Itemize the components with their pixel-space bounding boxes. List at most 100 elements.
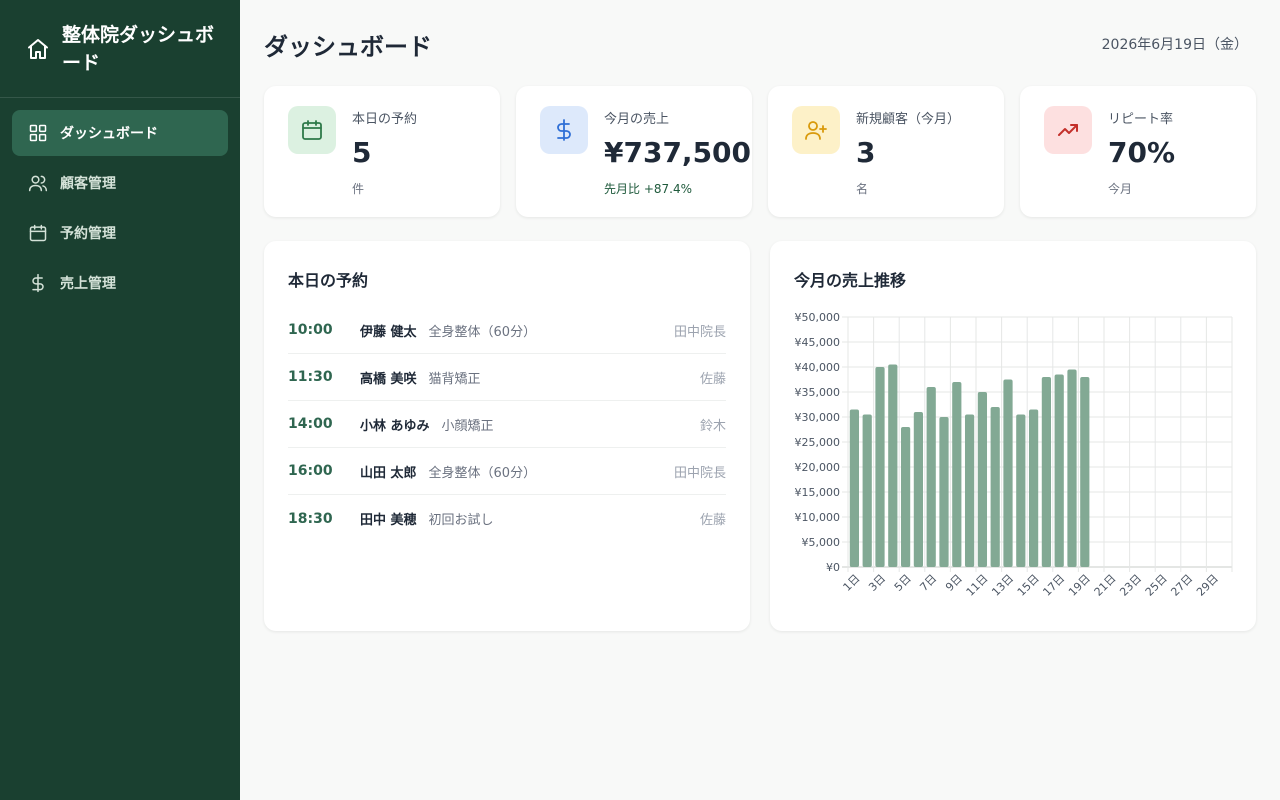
stat-label: 新規顧客（今月） bbox=[856, 112, 961, 127]
sidebar-nav: ダッシュボード 顧客管理 予約管理 売上管理 bbox=[0, 98, 240, 322]
x-tick-label: 5日 bbox=[892, 572, 914, 594]
appointment-menu: 全身整体（60分） bbox=[428, 324, 537, 340]
staff-name: 鈴木 bbox=[699, 418, 726, 434]
bar bbox=[977, 392, 988, 567]
bar bbox=[913, 412, 924, 567]
customer-name: 伊藤 健太 bbox=[360, 324, 417, 340]
bar bbox=[1067, 369, 1077, 567]
stat-card-monthly-sales: 今月の売上 ¥737,500 先月比 +87.4% bbox=[516, 86, 752, 217]
trending-up-icon bbox=[1058, 124, 1078, 136]
sales-bar-chart: ¥0 ¥5,000 ¥10,000 ¥15,000 ¥20,000 ¥25,000 ¥30,… bbox=[795, 311, 1233, 599]
x-tick-label: 29日 bbox=[1194, 572, 1221, 599]
customer-name: 田中 美穂 bbox=[360, 513, 417, 528]
sidebar: 整体院ダッシュボード ダッシュボード 顧客管理 予約管理 売上管理 bbox=[0, 0, 240, 800]
stat-label: リピート率 bbox=[1108, 112, 1174, 127]
bar bbox=[849, 409, 860, 567]
bar bbox=[939, 417, 949, 567]
appointment-time: 10:00 bbox=[288, 322, 333, 338]
bar bbox=[900, 427, 911, 567]
appointment-row[interactable]: 16:00 山田 太郎 全身整体（60分） 田中院長 bbox=[288, 448, 726, 495]
page-date: 2026年6月19日（金） bbox=[1101, 37, 1248, 53]
stat-icon-box bbox=[540, 106, 588, 154]
bar bbox=[952, 382, 962, 567]
appointment-row[interactable]: 18:30 田中 美穂 初回お試し 佐藤 bbox=[288, 495, 726, 542]
y-tick-label: ¥35,000 bbox=[795, 386, 841, 399]
stat-value: 5 bbox=[352, 136, 372, 169]
brand: 整体院ダッシュボード bbox=[0, 0, 240, 98]
bar bbox=[964, 414, 975, 567]
y-tick-label: ¥15,000 bbox=[795, 486, 841, 499]
sidebar-item-label: ダッシュボード bbox=[60, 126, 158, 142]
x-tick-label: 17日 bbox=[1040, 572, 1067, 599]
x-tick-label: 3日 bbox=[866, 572, 888, 594]
appointment-menu: 猫背矯正 bbox=[428, 371, 481, 387]
stat-label: 本日の予約 bbox=[352, 112, 418, 127]
appointment-time: 18:30 bbox=[288, 510, 333, 527]
x-tick-label: 1日 bbox=[841, 572, 863, 594]
brand-title: 整体院ダッシュボード bbox=[62, 23, 215, 74]
bar bbox=[1080, 377, 1090, 567]
dollar-icon bbox=[32, 273, 44, 293]
bar bbox=[862, 414, 872, 567]
stat-icon-box bbox=[288, 106, 336, 154]
y-tick-label: ¥5,000 bbox=[802, 536, 841, 549]
customer-name: 山田 太郎 bbox=[360, 465, 417, 481]
y-tick-label: ¥50,000 bbox=[795, 311, 841, 324]
customer-name: 高橋 美咲 bbox=[360, 371, 417, 387]
y-tick-label: ¥40,000 bbox=[795, 361, 841, 374]
user-plus-icon bbox=[805, 121, 827, 140]
grid-icon bbox=[29, 124, 47, 142]
stat-sub: 今月 bbox=[1108, 182, 1133, 196]
home-icon bbox=[28, 38, 48, 59]
panel-title: 本日の予約 bbox=[288, 271, 369, 290]
today-appointments-panel: 本日の予約 10:00 伊藤 健太 全身整体（60分） 田中院長 11:30 高… bbox=[264, 241, 750, 631]
staff-name: 佐藤 bbox=[699, 513, 726, 528]
bar bbox=[1041, 377, 1052, 567]
appointment-time: 11:30 bbox=[288, 369, 333, 385]
x-tick-label: 13日 bbox=[989, 572, 1016, 599]
stat-card-repeat-rate: リピート率 70% 今月 bbox=[1020, 86, 1256, 217]
sidebar-item-label: 顧客管理 bbox=[60, 176, 116, 192]
y-tick-label: ¥0 bbox=[826, 561, 840, 574]
users-icon bbox=[28, 175, 48, 192]
x-tick-label: 9日 bbox=[943, 572, 965, 594]
x-tick-label: 19日 bbox=[1066, 572, 1093, 599]
sidebar-item-customers[interactable]: 顧客管理 bbox=[12, 160, 228, 206]
appointment-menu: 小顔矯正 bbox=[441, 418, 494, 434]
stat-card-today-reservations: 本日の予約 5 件 bbox=[264, 86, 500, 217]
stat-icon-box bbox=[792, 106, 840, 154]
sidebar-item-dashboard[interactable]: ダッシュボード bbox=[12, 110, 228, 156]
bar bbox=[1054, 374, 1064, 567]
customer-name: 小林 あゆみ bbox=[360, 418, 430, 434]
y-tick-label: ¥45,000 bbox=[795, 336, 841, 349]
appointment-row[interactable]: 10:00 伊藤 健太 全身整体（60分） 田中院長 bbox=[288, 307, 726, 354]
bar bbox=[875, 367, 885, 567]
y-tick-label: ¥25,000 bbox=[795, 436, 841, 449]
main-content: ダッシュボード 2026年6月19日（金） 本日の予約 5 件 今月の売上 ¥7… bbox=[240, 0, 1280, 800]
bar bbox=[990, 407, 1000, 567]
sidebar-item-sales[interactable]: 売上管理 bbox=[12, 260, 228, 306]
x-tick-label: 27日 bbox=[1168, 572, 1195, 599]
sidebar-item-reservations[interactable]: 予約管理 bbox=[12, 210, 228, 256]
stat-sub: 名 bbox=[856, 182, 869, 196]
appointment-row[interactable]: 14:00 小林 あゆみ 小顔矯正 鈴木 bbox=[288, 401, 726, 448]
appointment-row[interactable]: 11:30 高橋 美咲 猫背矯正 佐藤 bbox=[288, 354, 726, 401]
calendar-icon bbox=[302, 120, 322, 140]
x-tick-label: 11日 bbox=[964, 572, 991, 599]
page-title: ダッシュボード bbox=[264, 33, 432, 61]
x-tick-label: 7日 bbox=[917, 572, 939, 594]
stat-sub: 先月比 +87.4% bbox=[604, 182, 692, 196]
y-tick-label: ¥20,000 bbox=[795, 461, 841, 474]
sidebar-item-label: 売上管理 bbox=[60, 276, 116, 292]
y-tick-label: ¥30,000 bbox=[795, 411, 841, 424]
bar bbox=[926, 387, 936, 567]
dollar-icon bbox=[557, 119, 571, 141]
bar bbox=[1003, 379, 1013, 567]
stat-label: 今月の売上 bbox=[604, 112, 670, 127]
appointment-menu: 全身整体（60分） bbox=[428, 465, 537, 481]
x-tick-label: 15日 bbox=[1015, 572, 1042, 599]
y-tick-label: ¥10,000 bbox=[795, 511, 841, 524]
monthly-sales-panel: 今月の売上推移 ¥0 ¥5,000 ¥10,000 ¥15,000 ¥20,000 ¥25… bbox=[770, 241, 1256, 631]
appointment-time: 16:00 bbox=[288, 463, 333, 479]
bar bbox=[1028, 409, 1039, 567]
